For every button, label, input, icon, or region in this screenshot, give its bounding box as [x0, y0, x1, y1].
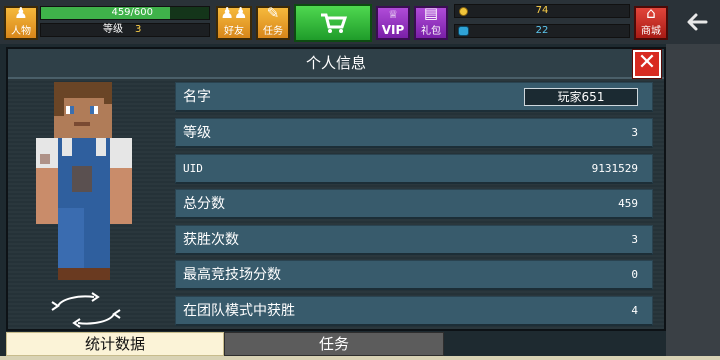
stat-value: 459	[618, 197, 638, 210]
level-bar: 等级 3	[40, 23, 210, 37]
tasks-label: 任务	[263, 26, 283, 37]
stat-row-arena-score: 最高竞技场分数 0	[175, 260, 653, 290]
stat-label: 最高竞技场分数	[183, 267, 281, 283]
xp-bar: 459/600	[40, 6, 210, 20]
gift-label: 礼包	[421, 26, 441, 37]
gems-value: 22	[535, 25, 549, 36]
friends-label: 好友	[224, 26, 244, 37]
rotate-icon[interactable]	[48, 292, 124, 328]
close-button[interactable]: ✕	[632, 49, 662, 79]
stat-row-total-score: 总分数 459	[175, 189, 653, 219]
stat-label: 总分数	[183, 196, 225, 212]
vip-button[interactable]: ♕ VIP	[376, 6, 410, 40]
stat-row-name: 名字 玩家651	[175, 82, 653, 112]
stat-label: 获胜次数	[183, 232, 239, 248]
close-icon: ✕	[637, 50, 657, 75]
coins-bar: 74	[454, 4, 630, 18]
stat-row-level: 等级 3	[175, 118, 653, 148]
level-label: 等级	[103, 24, 123, 35]
vip-icon: ♕	[388, 8, 398, 21]
character-icon: ♟	[14, 4, 28, 22]
stat-value: 9131529	[591, 162, 638, 175]
level-value: 3	[135, 24, 142, 35]
friends-icon: ♟♟	[220, 4, 248, 22]
xp-text: 459/600	[111, 7, 153, 18]
friends-button[interactable]: ♟♟ 好友	[216, 6, 252, 40]
character-button[interactable]: ♟ 人物	[4, 6, 38, 40]
tab-statistics[interactable]: 统计数据	[6, 332, 224, 356]
stat-value: 3	[631, 233, 638, 246]
top-hud: ♟ 人物 459/600 等级 3 ♟♟ 好友 ✎ 任务 ♕ VIP ▤ 礼包 …	[0, 0, 720, 44]
stat-row-wins: 获胜次数 3	[175, 225, 653, 255]
stat-row-team-wins: 在团队模式中获胜 4	[175, 296, 653, 326]
shop-cart-button[interactable]	[294, 4, 372, 42]
vip-label: VIP	[381, 23, 405, 37]
stat-value: 0	[631, 268, 638, 281]
character-skin-preview	[36, 82, 132, 280]
gems-bar: 22	[454, 24, 630, 38]
stat-label: 在团队模式中获胜	[183, 303, 295, 319]
mall-icon: ⌂	[646, 4, 656, 22]
panel-title: 个人信息	[8, 49, 664, 79]
mall-button[interactable]: ⌂ 商城	[634, 6, 668, 40]
character-label: 人物	[11, 26, 31, 37]
stat-value: 3	[631, 126, 638, 139]
tasks-icon: ✎	[266, 4, 280, 22]
gift-button[interactable]: ▤ 礼包	[414, 6, 448, 40]
stat-label: UID	[183, 162, 203, 175]
gift-icon: ▤	[423, 4, 439, 22]
stat-label: 名字	[183, 89, 211, 105]
tab-tasks[interactable]: 任务	[224, 332, 444, 356]
coins-value: 74	[535, 5, 549, 16]
back-button[interactable]	[676, 0, 720, 44]
bottom-strip	[0, 356, 720, 360]
stat-label: 等级	[183, 125, 211, 141]
tasks-button[interactable]: ✎ 任务	[256, 6, 290, 40]
cart-icon	[321, 13, 347, 33]
background-scenery	[666, 44, 720, 360]
back-arrow-icon	[687, 13, 708, 31]
player-name-field[interactable]: 玩家651	[524, 88, 638, 106]
mall-label: 商城	[641, 26, 661, 37]
stat-row-uid: UID 9131529	[175, 154, 653, 184]
stat-value: 4	[631, 304, 638, 317]
